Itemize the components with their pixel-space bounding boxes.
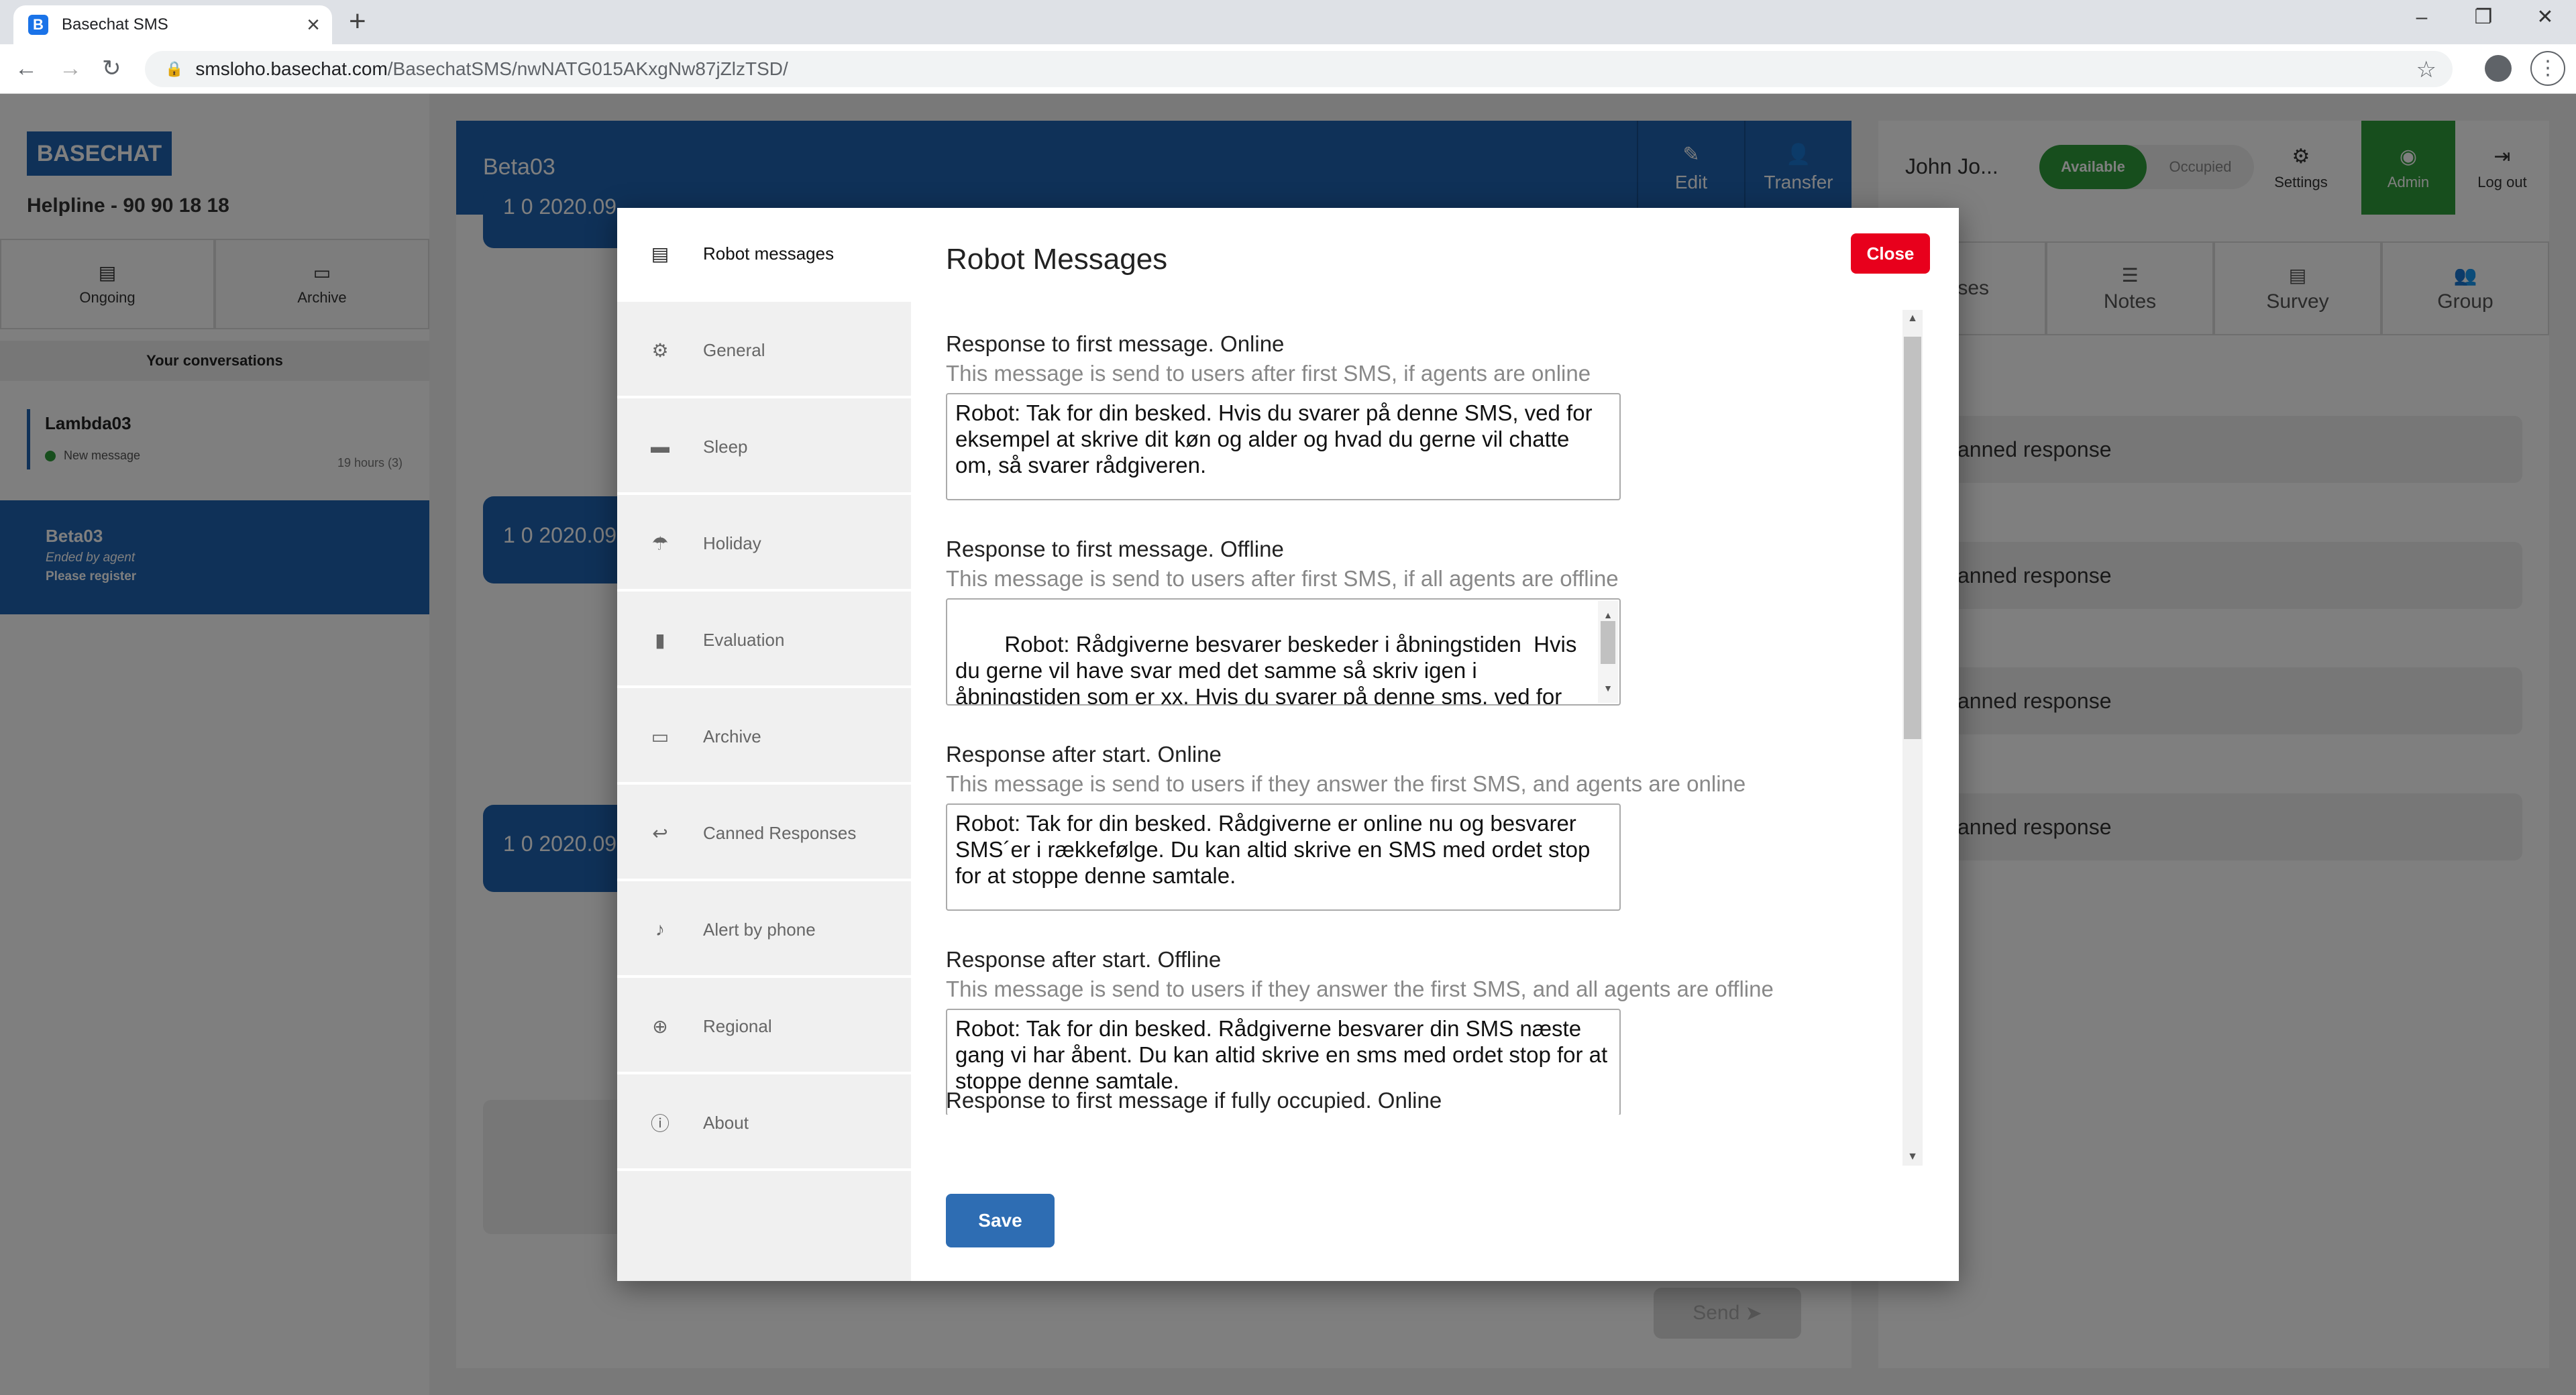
restore-icon[interactable]: ❐ (2463, 4, 2504, 31)
address-bar-row: ← → ↻ 🔒 smsloho.basechat.com/BasechatSMS… (0, 44, 2576, 94)
nav-evaluation[interactable]: ▮ Evaluation (617, 594, 911, 688)
reply-icon: ↩ (652, 822, 668, 844)
url-path: /BasechatSMS/nwNATG015AKxgNw87jZlzTSD/ (387, 58, 788, 79)
nav-label: Regional (703, 1015, 772, 1036)
folder-icon: ▭ (651, 726, 669, 747)
bookmark-star-icon[interactable]: ☆ (2416, 56, 2436, 83)
globe-icon: ⊕ (652, 1015, 668, 1037)
nav-general[interactable]: ⚙ General (617, 304, 911, 398)
message-textarea[interactable]: Robot: Tak for din besked. Hvis du svare… (946, 393, 1621, 500)
field-group: Response after start. Online This messag… (946, 742, 1872, 911)
forward-icon[interactable]: → (59, 56, 82, 80)
field-title: Response after start. Online (946, 742, 1222, 767)
lock-icon: 🔒 (165, 60, 184, 77)
nav-label: Alert by phone (703, 919, 816, 940)
reload-icon[interactable]: ↻ (102, 56, 121, 80)
back-icon[interactable]: ← (15, 56, 38, 80)
save-button[interactable]: Save (946, 1194, 1055, 1247)
favicon-icon: B (28, 15, 48, 35)
nav-label: Sleep (703, 436, 748, 457)
textarea-scrollbar[interactable]: ▲ ▼ (1598, 601, 1618, 703)
nav-label: Canned Responses (703, 822, 857, 843)
nav-sleep[interactable]: ▬ Sleep (617, 401, 911, 495)
info-icon: ⓘ (650, 1113, 669, 1134)
nav-about[interactable]: ⓘ About (617, 1077, 911, 1171)
close-button[interactable]: Close (1851, 233, 1930, 274)
field-title: Response to first message. Offline (946, 537, 1284, 561)
url-field[interactable]: 🔒 smsloho.basechat.com/BasechatSMS/nwNAT… (145, 51, 2453, 87)
browser-tab[interactable]: B Basechat SMS × (13, 5, 332, 44)
nav-regional[interactable]: ⊕ Regional (617, 981, 911, 1074)
bar-chart-icon: ▮ (655, 629, 665, 651)
nav-alert-by-phone[interactable]: ♪ Alert by phone (617, 884, 911, 978)
scroll-thumb[interactable] (1904, 337, 1921, 739)
close-tab-icon[interactable]: × (307, 13, 320, 36)
field-group: Response to first message. Offline This … (946, 537, 1872, 706)
nav-label: Evaluation (703, 629, 785, 650)
scroll-down-icon[interactable]: ▼ (1902, 1151, 1923, 1163)
minimize-icon[interactable]: – (2402, 4, 2442, 31)
new-tab-icon[interactable]: + (349, 7, 366, 36)
bed-icon: ▬ (651, 436, 669, 457)
field-title: Response to first message if fully occup… (946, 1088, 1442, 1113)
nav-archive[interactable]: ▭ Archive (617, 691, 911, 785)
browser-menu-icon[interactable]: ⋮ (2530, 51, 2565, 86)
nav-label: About (703, 1112, 749, 1133)
bell-icon: ♪ (655, 919, 665, 940)
message-textarea[interactable]: Robot: Rådgiverne besvarer beskeder i åb… (946, 598, 1621, 706)
field-description: This message is send to users if they an… (946, 771, 1746, 796)
nav-label: Holiday (703, 533, 761, 553)
field-description: This message is send to users if they an… (946, 976, 1774, 1001)
beach-icon: ☂ (651, 533, 669, 554)
message-icon: ▤ (651, 243, 669, 264)
tab-title: Basechat SMS (62, 15, 168, 34)
scroll-down-icon[interactable]: ▼ (1598, 675, 1618, 702)
profile-icon[interactable] (2485, 55, 2512, 82)
nav-label: Robot messages (703, 243, 835, 264)
field-description: This message is send to users after firs… (946, 361, 1591, 386)
url-host: smsloho.basechat.com (195, 58, 388, 79)
nav-canned-responses[interactable]: ↩ Canned Responses (617, 787, 911, 881)
field-title: Response after start. Offline (946, 947, 1222, 972)
modal-nav: ▤ Robot messages ⚙ General ▬ Sleep ☂ Hol… (617, 208, 911, 1281)
message-textarea[interactable]: Robot: Tak for din besked. Rådgiverne er… (946, 803, 1621, 911)
nav-label: Archive (703, 726, 761, 746)
field-group: Response to first message. Online This m… (946, 331, 1872, 500)
gear-icon: ⚙ (651, 339, 669, 361)
robot-messages-modal: ▤ Robot messages ⚙ General ▬ Sleep ☂ Hol… (617, 208, 1959, 1281)
modal-title: Robot Messages (946, 243, 1168, 276)
field-title: Response to first message. Online (946, 331, 1285, 356)
form-scrollbar[interactable]: ▲ ▼ (1902, 310, 1923, 1166)
nav-robot-messages[interactable]: ▤ Robot messages (617, 208, 911, 302)
textarea-value: Robot: Rådgiverne besvarer beskeder i åb… (955, 632, 1577, 706)
scroll-up-icon[interactable]: ▲ (1902, 313, 1923, 325)
field-description: This message is send to users after firs… (946, 566, 1619, 591)
nav-holiday[interactable]: ☂ Holiday (617, 498, 911, 592)
close-window-icon[interactable]: ✕ (2525, 4, 2565, 31)
scroll-thumb[interactable] (1601, 621, 1615, 664)
nav-label: General (703, 339, 765, 360)
browser-tab-bar: B Basechat SMS × + – ❐ ✕ (0, 0, 2576, 44)
settings-form: Response to first message. Online This m… (946, 310, 1872, 1115)
